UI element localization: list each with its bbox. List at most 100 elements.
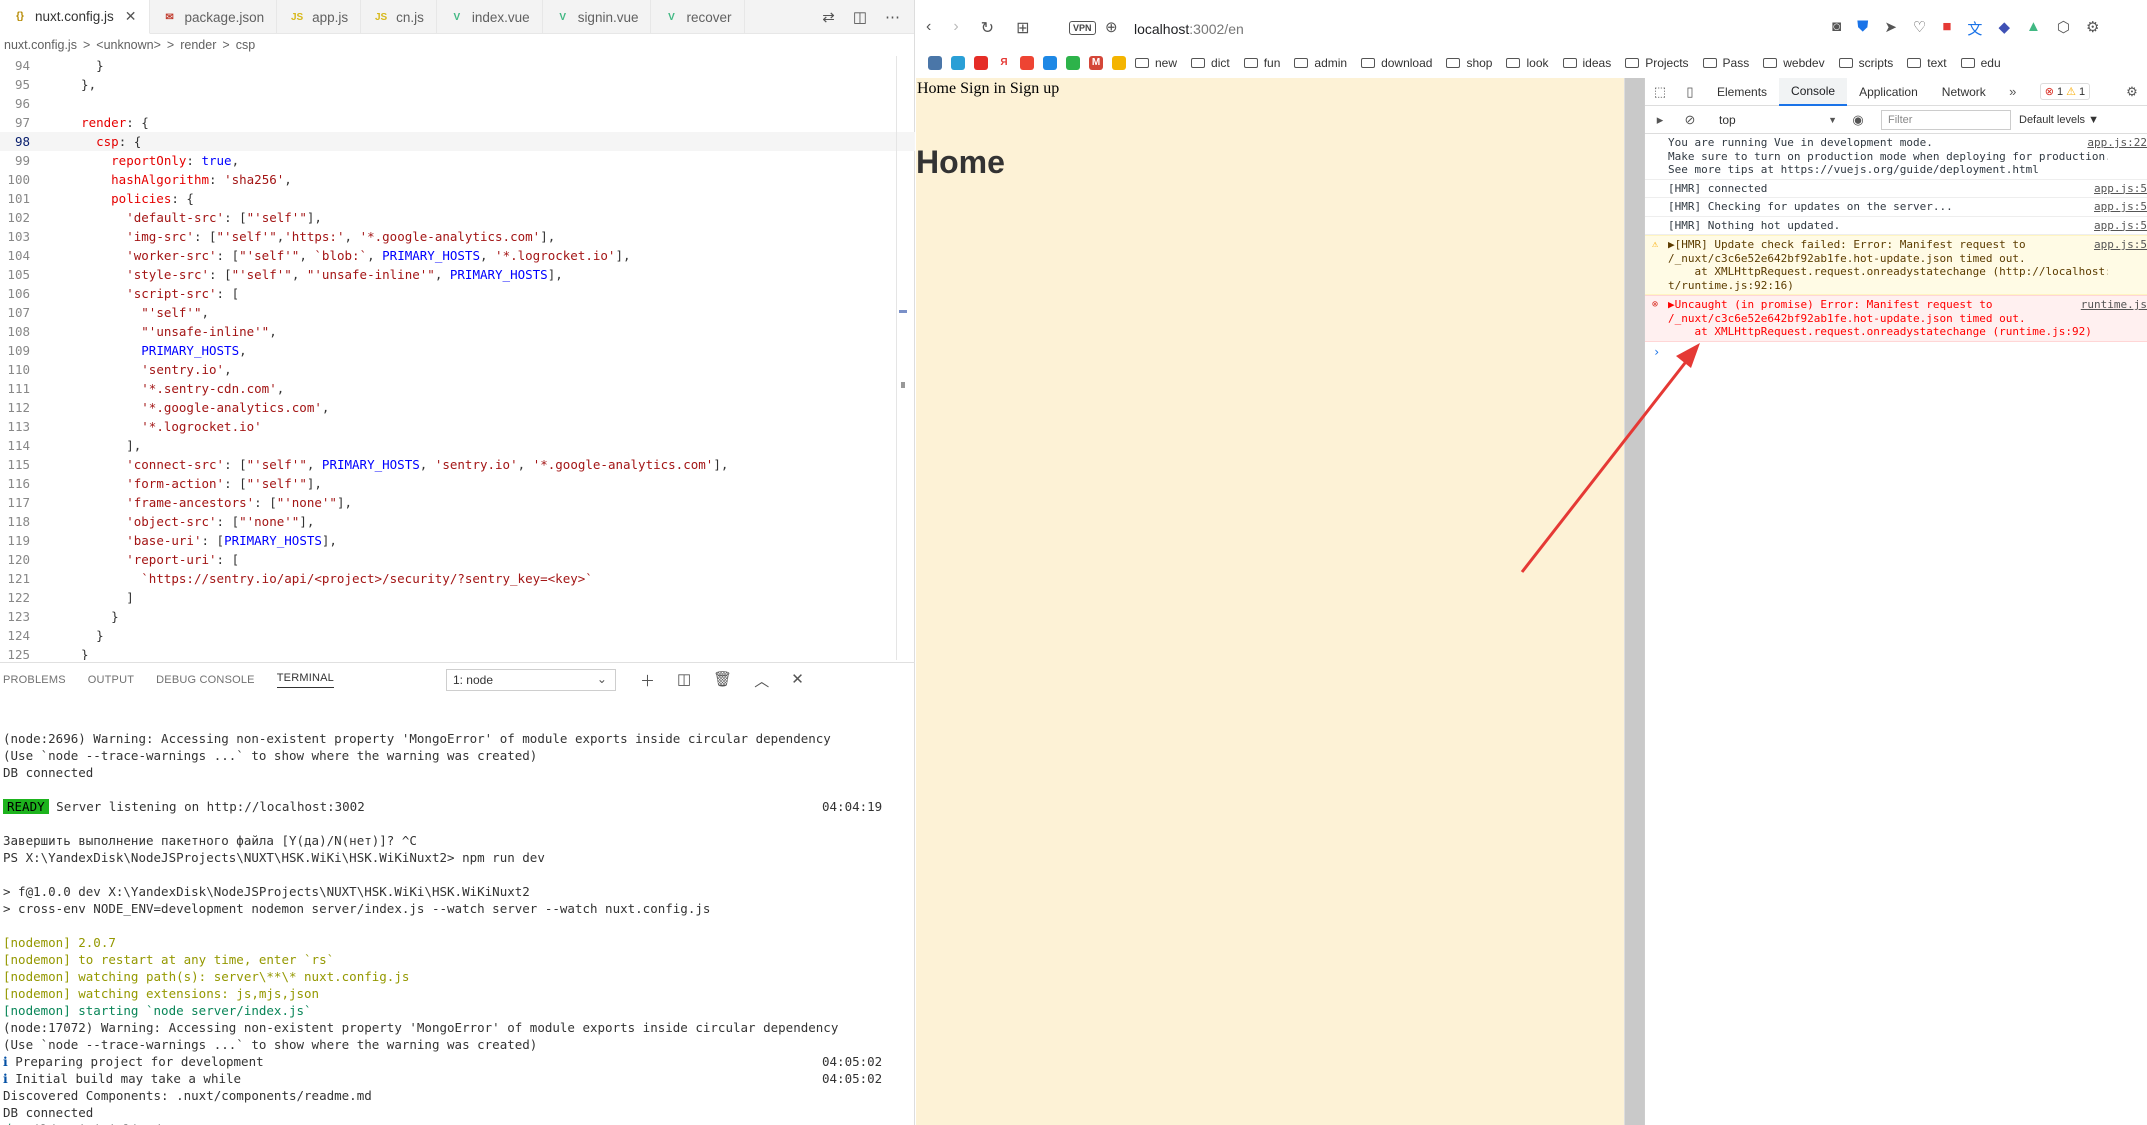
forward-icon[interactable]: › [953,18,958,38]
vpn-badge[interactable]: VPN [1069,21,1096,35]
gear-icon[interactable]: ⚙ [2086,18,2099,39]
settings-icon[interactable]: ⚙ [2117,84,2147,100]
bookmark-icon[interactable] [1020,56,1034,70]
code-text: 'base-uri': [PRIMARY_HOSTS], [126,533,337,548]
back-icon[interactable]: ‹ [926,18,931,38]
translate-icon[interactable]: 文 [1967,18,1982,39]
extension-red-icon[interactable]: ■ [1942,18,1951,39]
bookmark-folder[interactable]: fun [1243,56,1280,70]
bookmark-icon[interactable] [974,56,988,70]
code-line: 114 ], [0,436,915,455]
code-text: 'img-src': ["'self'",'https:', '*.google… [126,229,556,244]
bookmark-label: Projects [1645,56,1689,70]
compare-icon[interactable]: ⇄ [822,8,835,26]
split-editor-icon[interactable]: ◫ [853,8,867,26]
editor-tab[interactable]: Vrecover [651,0,745,34]
page-scrollbar[interactable] [1624,78,1644,1125]
source-link[interactable]: app.js:5 [2094,219,2147,233]
bookmark-folder[interactable]: download [1361,56,1432,70]
bookmark-folder[interactable]: edu [1960,56,2001,70]
clear-console-icon[interactable]: ⊘ [1675,112,1705,128]
editor-tab[interactable]: Vindex.vue [437,0,543,34]
tab-label: app.js [312,9,349,25]
devtools-tab-application[interactable]: Application [1847,78,1930,106]
close-icon[interactable]: ✕ [125,8,137,25]
breadcrumb-item[interactable]: render [180,38,216,52]
breadcrumb-item[interactable]: csp [236,38,255,52]
editor-tab[interactable]: JS cn.js [361,0,437,34]
source-link[interactable]: app.js:22 [2087,136,2147,150]
split-terminal-icon[interactable]: ◫ [677,670,691,691]
devtools-tab-network[interactable]: Network [1930,78,1998,106]
context-select[interactable]: top ▼ [1713,110,1843,130]
bookmark-icon[interactable] [951,56,965,70]
bookmark-folder[interactable]: new [1135,56,1177,70]
shield-icon[interactable]: ⛊ [1857,18,1868,39]
panel-tab-debug-console[interactable]: DEBUG CONSOLE [156,674,255,686]
bookmark-folder[interactable]: look [1506,56,1549,70]
panel-tab-problems[interactable]: PROBLEMS [3,674,66,686]
editor-tab[interactable]: {} nuxt.config.js ✕ [0,0,150,34]
bookmark-icon[interactable] [1112,56,1126,70]
camera-icon[interactable]: ◙ [1832,18,1841,39]
message-line: /_nuxt/c3c6e52e642bf92ab1fe.hot-update.j… [1668,251,2026,265]
levels-select[interactable]: Default levels ▼ [2019,114,2099,126]
device-toolbar-icon[interactable]: ▯ [1675,84,1705,100]
sidebar-toggle-icon[interactable]: ▸ [1645,112,1675,128]
eye-icon[interactable]: ◉ [1843,112,1873,128]
source-link[interactable]: app.js:5 [2094,182,2147,196]
bookmark-folder[interactable]: Pass [1702,56,1749,70]
inspect-icon[interactable]: ⬚ [1645,84,1675,100]
editor-tab[interactable]: ✉ package.json [150,0,278,34]
close-panel-icon[interactable]: ✕ [791,670,804,691]
bookmark-icon[interactable] [1066,56,1080,70]
url-field[interactable]: localhost:3002/en [1134,21,1244,37]
reload-icon[interactable]: ↻ [981,18,994,38]
bookmark-folder[interactable]: webdev [1763,56,1825,70]
source-link[interactable]: app.js:5 [2094,200,2147,214]
panel-tab-output[interactable]: OUTPUT [88,674,134,686]
bookmark-folder[interactable]: admin [1294,56,1347,70]
source-link[interactable]: app.js:5 [2094,238,2147,252]
editor-scrollbar[interactable] [896,56,908,660]
filter-input[interactable]: Filter [1881,109,2011,130]
bookmark-folder[interactable]: shop [1446,56,1492,70]
panel-tab-terminal[interactable]: TERMINAL [276,672,334,688]
issue-counter[interactable]: ⊗ 1 ⚠ 1 [2039,83,2091,100]
bookmark-folder[interactable]: Projects [1625,56,1689,70]
vue-icon[interactable]: ▲ [2026,18,2041,39]
cube-icon[interactable]: ⬡ [2057,18,2070,39]
code-line: 115 'connect-src': ["'self'", PRIMARY_HO… [0,455,915,474]
bookmark-folder[interactable]: text [1907,56,1947,70]
heart-icon[interactable]: ♡ [1913,18,1926,39]
terminal-select[interactable]: 1: node ⌄ [445,669,616,691]
bookmark-folder[interactable]: ideas [1562,56,1611,70]
editor-tab[interactable]: JS app.js [277,0,362,34]
breadcrumb-item[interactable]: nuxt.config.js [4,38,77,52]
breadcrumb-item[interactable]: <unknown> [96,38,161,52]
page-nav[interactable]: Home Sign in Sign up [916,78,1624,98]
more-icon[interactable]: ⋯ [885,8,900,26]
folder-icon [1506,58,1521,68]
send-icon[interactable]: ➤ [1884,18,1897,39]
add-terminal-icon[interactable]: ＋ [640,670,655,691]
bookmark-icon[interactable] [928,56,942,70]
devtools-tab-elements[interactable]: Elements [1705,78,1779,106]
layers-icon[interactable]: ◆ [1998,18,2010,39]
bookmark-folder[interactable]: dict [1191,56,1230,70]
bookmark-icon[interactable]: Я [997,56,1011,70]
devtools-tab-console[interactable]: Console [1779,77,1848,106]
maximize-panel-icon[interactable]: ︿ [754,670,769,691]
more-tabs-icon[interactable]: » [1998,84,2028,99]
grid-icon[interactable]: ⊞ [1016,18,1029,38]
source-link[interactable]: runtime.js [2080,298,2147,312]
line-number: 124 [7,628,30,643]
code-editor[interactable]: 94 } 95 }, 96 97 render: {98 csp: {99 repor… [0,56,915,660]
trash-icon[interactable]: 🗑 [713,670,732,691]
console-prompt[interactable]: › [1645,342,2147,359]
bookmark-icon[interactable] [1043,56,1057,70]
bookmark-icon[interactable]: M [1089,56,1103,70]
bookmark-folder[interactable]: scripts [1838,56,1893,70]
terminal-output[interactable]: (node:2696) Warning: Accessing non-exist… [3,713,908,1125]
editor-tab[interactable]: Vsignin.vue [543,0,652,34]
